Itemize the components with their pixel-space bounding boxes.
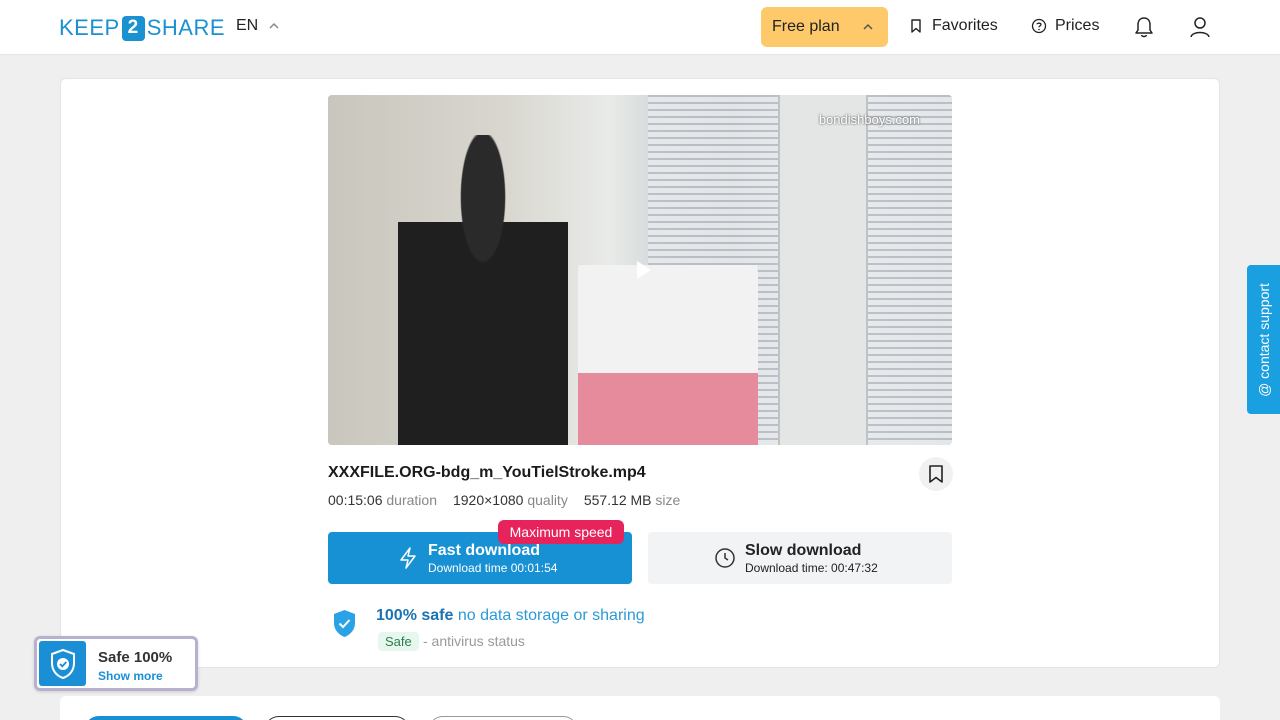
chevron-up-icon — [863, 23, 873, 30]
show-more-link[interactable]: Show more — [98, 669, 163, 683]
favorites-link[interactable]: Favorites — [908, 17, 998, 35]
shield-check-icon — [334, 610, 355, 637]
fast-download-title: Fast download — [428, 542, 540, 559]
safe-widget-icon-box — [39, 641, 86, 686]
question-circle-icon — [1031, 18, 1047, 34]
safe-widget-title: Safe 100% — [98, 649, 173, 666]
language-label: EN — [236, 17, 259, 34]
tab-primary[interactable] — [84, 716, 248, 720]
bookmark-icon — [929, 465, 943, 483]
bookmark-icon — [911, 19, 921, 33]
video-frame-figure — [578, 205, 758, 445]
clock-icon — [715, 548, 735, 568]
size-label: size — [655, 492, 681, 508]
contact-support-label: @ contact support — [1255, 282, 1272, 397]
play-icon[interactable] — [632, 259, 654, 281]
antivirus-status-text: - antivirus status — [423, 633, 525, 649]
meta-quality: 1920×1080 quality — [453, 492, 568, 508]
tab-secondary[interactable] — [264, 716, 410, 720]
logo-text-left: KEEP — [59, 15, 120, 40]
top-header: KEEP 2 SHARE EN Free plan Favorites Pric… — [0, 0, 1280, 55]
add-to-favorites-button[interactable] — [919, 457, 953, 491]
meta-duration: 00:15:06 duration — [328, 492, 437, 508]
slow-download-time: Download time: 00:47:32 — [745, 561, 878, 575]
free-plan-button[interactable]: Free plan — [761, 7, 888, 47]
duration-label: duration — [386, 492, 437, 508]
file-name: XXXFILE.ORG-bdg_m_YouTielStroke.mp4 — [328, 464, 646, 481]
prices-link[interactable]: Prices — [1031, 17, 1099, 35]
lightning-icon — [400, 547, 416, 569]
keep2share-logo[interactable]: KEEP 2 SHARE — [59, 15, 225, 41]
safety-strong: 100% safe — [376, 607, 454, 624]
logo-text-mid: 2 — [121, 15, 145, 41]
favorites-label: Favorites — [932, 17, 998, 34]
fast-download-time: Download time 00:01:54 — [428, 561, 558, 575]
tab-tertiary[interactable] — [428, 716, 578, 720]
contact-support-tab[interactable]: @ contact support — [1247, 265, 1280, 414]
slow-download-title: Slow download — [745, 542, 862, 559]
duration-value: 00:15:06 — [328, 492, 383, 508]
safety-rest: no data storage or sharing — [457, 607, 645, 624]
bell-icon[interactable] — [1133, 15, 1155, 39]
safety-statement: 100% safe no data storage or sharing — [376, 607, 645, 625]
size-value: 557.12 MB — [583, 492, 652, 508]
prices-label: Prices — [1055, 17, 1100, 34]
chevron-up-icon — [269, 22, 279, 29]
meta-size: 557.12 MB size — [584, 492, 681, 508]
file-meta: 00:15:06 duration 1920×1080 quality 557.… — [328, 492, 680, 508]
maximum-speed-badge: Maximum speed — [498, 520, 624, 544]
slow-download-button[interactable]: Slow download Download time: 00:47:32 — [648, 532, 952, 584]
video-frame-door — [778, 95, 868, 445]
video-frame-figure — [398, 135, 568, 445]
quality-value: 1920×1080 — [452, 492, 524, 508]
video-preview[interactable]: bondishboys.com — [328, 95, 952, 445]
quality-label: quality — [527, 492, 568, 508]
user-icon[interactable] — [1189, 15, 1211, 39]
language-selector[interactable]: EN — [236, 17, 280, 35]
logo-text-right: SHARE — [146, 15, 225, 40]
video-watermark: bondishboys.com — [818, 112, 920, 127]
safe-badge-widget[interactable]: Safe 100% Show more — [34, 636, 198, 691]
shield-check-icon — [50, 648, 75, 679]
antivirus-safe-tag: Safe — [378, 632, 419, 651]
plan-label: Free plan — [772, 18, 840, 35]
